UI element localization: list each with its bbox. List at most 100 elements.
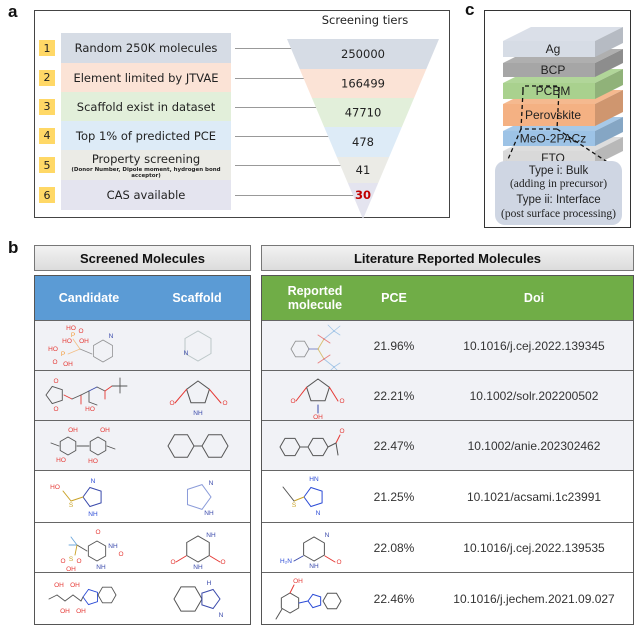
tier-row: Property screening (Donor Number, Dipole … — [61, 150, 231, 180]
funnel-count: 47710 — [345, 106, 382, 120]
atom-label: O — [339, 398, 344, 405]
bond — [298, 600, 309, 603]
funnel-count: 250000 — [341, 47, 385, 61]
bond — [72, 594, 82, 601]
bond-ring — [89, 435, 107, 456]
bond — [79, 348, 93, 354]
reported-structure-cell: O O OH — [268, 371, 358, 421]
atom-label: NH — [193, 410, 203, 417]
screened-table-header: Candidate Scaffold — [35, 276, 250, 320]
pce-value: 22.21% — [373, 388, 415, 403]
bond — [333, 325, 341, 331]
panel-label-c: c — [465, 0, 475, 19]
bond-ring — [186, 483, 212, 510]
reported-structure-cell — [268, 321, 358, 371]
type-i-note: (adding in precursor) — [509, 178, 608, 190]
bond — [56, 594, 66, 601]
atom-label: N — [184, 350, 189, 357]
bond-ring — [45, 385, 63, 404]
bond — [282, 486, 295, 501]
atom-label: NH — [204, 510, 214, 517]
bond — [50, 442, 60, 446]
bond-ring — [173, 585, 203, 612]
screened-table-row: O O HO O O NH — [35, 370, 250, 420]
bond — [293, 555, 304, 561]
bond — [324, 555, 336, 562]
doi-link[interactable]: 10.1002/anie.202302462 — [434, 421, 634, 470]
atom-label: S — [69, 502, 74, 509]
atom-label: O — [169, 400, 174, 407]
bond — [293, 496, 305, 501]
atom-label: OH — [76, 608, 86, 615]
pce-value: 22.47% — [373, 438, 415, 453]
bond — [80, 390, 90, 395]
literature-table-row: O O OH 22.21% 10.1002/solr.202200502 — [262, 370, 634, 421]
reported-molecule-structure: O OOH — [290, 377, 345, 421]
bond-ring — [307, 437, 329, 456]
doi-link[interactable]: 10.1002/solr.202200502 — [434, 371, 634, 420]
pce-value: 21.96% — [373, 338, 415, 353]
bond — [175, 555, 187, 562]
bond — [317, 338, 325, 349]
atom-label: HO — [56, 457, 66, 464]
bond — [323, 330, 335, 339]
reported-structure-cell: H₂N O N NH — [268, 523, 358, 572]
candidate-molecule-structure: O O HO — [45, 377, 128, 413]
bond-ring — [307, 593, 322, 608]
atom-label: NH — [193, 564, 203, 571]
atom-label: HO — [85, 406, 95, 413]
literature-table-header: Reported molecule PCE Doi — [262, 276, 633, 320]
layer-label: Perovskite — [525, 108, 581, 122]
atom-label: HO — [48, 346, 58, 353]
literature-table-row: H₂N O N NH 22.08% 10.1016/j.cej.2022.139535 — [262, 522, 633, 572]
atom-label: O — [52, 359, 57, 366]
atom-label: N — [91, 478, 96, 485]
doi-link[interactable]: 10.1016/j.cej.2022.139345 — [434, 321, 634, 370]
candidate-molecule-structure: PPHO OOHHOHOO OHN — [48, 325, 114, 368]
doi-link[interactable]: 10.1021/acsami.1c23991 — [434, 471, 634, 522]
scaffold-structure-cell: N NH — [143, 471, 251, 522]
reported-molecule-structure — [290, 324, 341, 371]
pce-value: 22.08% — [373, 540, 415, 555]
bond — [88, 401, 98, 405]
bond — [289, 584, 295, 593]
atom-label: NH — [88, 511, 98, 518]
funnel-chart: 250000 166499 47710 478 41 30 — [287, 39, 439, 219]
reported-molecule-structure: S HN N — [282, 476, 323, 517]
funnel-title: Screening tiers — [321, 13, 409, 27]
scaffold-molecule-structure: N — [184, 329, 212, 362]
atom-label: H — [207, 580, 212, 587]
device-stack-panel: FTO MeO-2PACz Perovskite PCBM BCP Ag Type i: … — [484, 10, 631, 228]
reported-molecule-structure: OH — [275, 578, 342, 619]
bond-ring — [303, 486, 323, 507]
bond-ring — [201, 433, 229, 458]
bond-ring — [280, 591, 300, 614]
header-doi: Doi — [523, 291, 545, 305]
bond — [275, 608, 283, 619]
scaffold-structure-cell: O O NH — [143, 371, 251, 420]
bond — [327, 324, 335, 331]
bond — [209, 555, 221, 562]
header-candidate: Candidate — [58, 291, 120, 305]
bond-ring — [322, 592, 342, 609]
bond — [80, 596, 84, 601]
screened-table-row: OH HO OH HO — [35, 420, 250, 470]
reported-structure-cell: OH — [268, 573, 358, 624]
bond-ring — [185, 379, 211, 403]
reported-molecule-structure: H₂N O N NH — [280, 532, 341, 570]
bond — [335, 434, 341, 443]
bond — [104, 385, 113, 391]
candidate-structure-cell: OH OH OH OH — [35, 573, 143, 624]
literature-table-row: OH 22.46% 10.1016/j.jechem.2021.09.027 — [262, 572, 633, 624]
tier-number-badge: 6 — [39, 187, 55, 203]
doi-link[interactable]: 10.1016/j.cej.2022.139535 — [434, 523, 634, 572]
bond-ring — [290, 340, 310, 357]
bond — [63, 394, 73, 399]
tier-label: CAS available — [106, 188, 186, 202]
candidate-molecule-structure: OH HO OH HO — [50, 427, 116, 465]
scaffold-structure-cell: HN — [143, 573, 251, 624]
screening-funnel-panel: 1 Random 250K molecules 2 Element limited b… — [34, 10, 450, 219]
tier-label: Element limited by JTVAE — [73, 70, 219, 85]
doi-link[interactable]: 10.1016/j.jechem.2021.09.027 — [434, 573, 634, 624]
funnel-count: 30 — [355, 188, 371, 202]
